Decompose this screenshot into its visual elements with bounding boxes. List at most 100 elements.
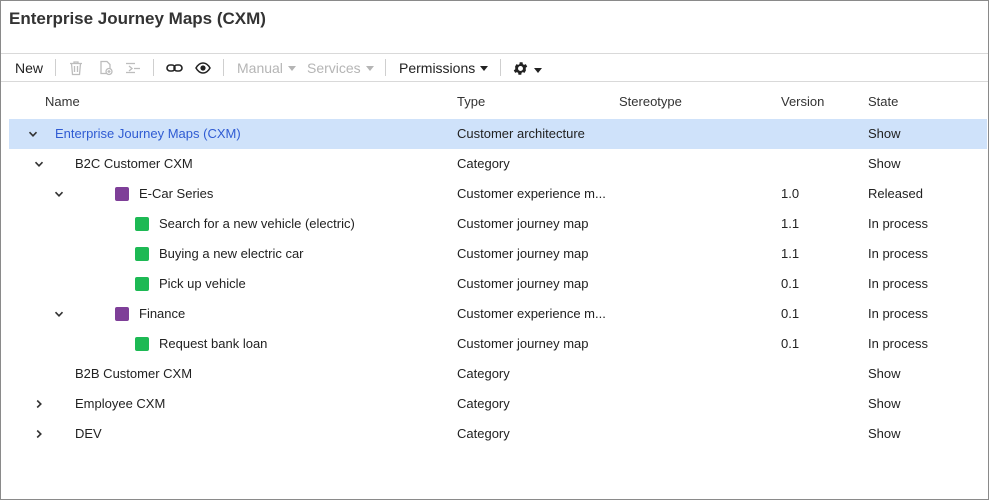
toolbar-separator [55,59,56,76]
row-name[interactable]: Search for a new vehicle (electric) [159,209,355,239]
row-state: Show [868,156,901,171]
experience-map-icon [115,307,129,321]
row-version: 0.1 [781,306,800,321]
row-type: Customer journey map [457,336,589,351]
column-header-name[interactable]: Name [45,94,80,109]
row-type: Customer experience m... [457,306,606,321]
tree-row[interactable]: Enterprise Journey Maps (CXM) Customer ar… [9,119,987,149]
row-type: Customer journey map [457,276,589,291]
row-name[interactable]: DEV [75,419,102,449]
row-name[interactable]: Request bank loan [159,329,267,359]
chevron-right-icon[interactable] [33,389,45,419]
permissions-dropdown-label: Permissions [399,60,476,76]
column-header-type[interactable]: Type [457,94,485,109]
row-name[interactable]: Enterprise Journey Maps (CXM) [55,119,241,149]
row-type: Category [457,366,510,381]
copy-button[interactable] [98,54,114,82]
tree-row[interactable]: E-Car Series Customer experience m... 1.0 R… [9,179,987,209]
column-header-stereotype[interactable]: Stereotype [619,94,682,109]
row-state: In process [868,246,928,261]
gear-icon [512,60,529,77]
tree-row[interactable]: B2C Customer CXM Category Show [9,149,987,179]
row-name[interactable]: Pick up vehicle [159,269,246,299]
tree-table: Enterprise Journey Maps (CXM) Customer ar… [9,119,987,449]
row-type: Category [457,396,510,411]
manual-dropdown-label: Manual [237,60,283,76]
table-header: Name Type Stereotype Version State [1,89,988,115]
toolbar-separator [385,59,386,76]
journey-map-icon [135,247,149,261]
manual-dropdown[interactable]: Manual [237,54,296,82]
tree-row[interactable]: DEV Category Show [9,419,987,449]
caret-down-icon [287,66,296,71]
tree-row[interactable]: Buying a new electric car Customer journe… [9,239,987,269]
row-type: Category [457,426,510,441]
tree-row[interactable]: Pick up vehicle Customer journey map 0.1 In… [9,269,987,299]
window: Enterprise Journey Maps (CXM) New Manual… [0,0,989,500]
link-button[interactable] [166,54,183,82]
tree-row[interactable]: Request bank loan Customer journey map 0.1… [9,329,987,359]
column-header-version[interactable]: Version [781,94,824,109]
journey-map-icon [135,277,149,291]
move-icon [125,60,141,76]
row-state: Show [868,396,901,411]
copy-document-icon [98,60,114,76]
experience-map-icon [115,187,129,201]
tree-row[interactable]: Finance Customer experience m... 0.1 In pro… [9,299,987,329]
row-name[interactable]: B2C Customer CXM [75,149,193,179]
row-state: Show [868,426,901,441]
row-type: Customer experience m... [457,186,606,201]
row-state: In process [868,216,928,231]
row-version: 0.1 [781,276,800,291]
tree-row[interactable]: B2B Customer CXM Category Show [9,359,987,389]
row-version: 1.0 [781,186,800,201]
column-header-state[interactable]: State [868,94,898,109]
row-name[interactable]: E-Car Series [139,179,213,209]
caret-down-icon [365,66,374,71]
row-type: Customer journey map [457,246,589,261]
row-state: In process [868,276,928,291]
caret-down-icon [480,66,489,71]
row-type: Customer architecture [457,126,585,141]
chevron-down-icon[interactable] [33,149,45,179]
services-dropdown[interactable]: Services [307,54,374,82]
row-version: 1.1 [781,216,800,231]
toolbar-separator [153,59,154,76]
tree-row[interactable]: Employee CXM Category Show [9,389,987,419]
row-name[interactable]: Buying a new electric car [159,239,304,269]
trash-icon [69,60,83,76]
chevron-down-icon[interactable] [27,119,39,149]
toolbar: New Manual Services Permissions [1,54,988,82]
chevron-down-icon[interactable] [53,299,65,329]
row-version: 1.1 [781,246,800,261]
new-button[interactable]: New [15,54,43,82]
eye-icon [195,60,211,76]
toolbar-separator [500,59,501,76]
settings-dropdown[interactable] [512,54,542,82]
row-state: In process [868,336,928,351]
journey-map-icon [135,217,149,231]
row-state: Show [868,366,901,381]
delete-button[interactable] [69,54,83,82]
row-state: Released [868,186,923,201]
services-dropdown-label: Services [307,60,361,76]
view-button[interactable] [195,54,211,82]
row-name[interactable]: B2B Customer CXM [75,359,192,389]
new-button-label: New [15,60,44,76]
chevron-right-icon[interactable] [33,419,45,449]
toolbar-separator [223,59,224,76]
row-name[interactable]: Employee CXM [75,389,165,419]
permissions-dropdown[interactable]: Permissions [399,54,489,82]
caret-down-icon [534,67,542,73]
chevron-down-icon[interactable] [53,179,65,209]
row-type: Category [457,156,510,171]
journey-map-icon [135,337,149,351]
row-state: Show [868,126,901,141]
row-version: 0.1 [781,336,800,351]
tree-row[interactable]: Search for a new vehicle (electric) Custo… [9,209,987,239]
row-name[interactable]: Finance [139,299,185,329]
row-state: In process [868,306,928,321]
row-type: Customer journey map [457,216,589,231]
move-button[interactable] [125,54,141,82]
link-icon [166,60,183,76]
